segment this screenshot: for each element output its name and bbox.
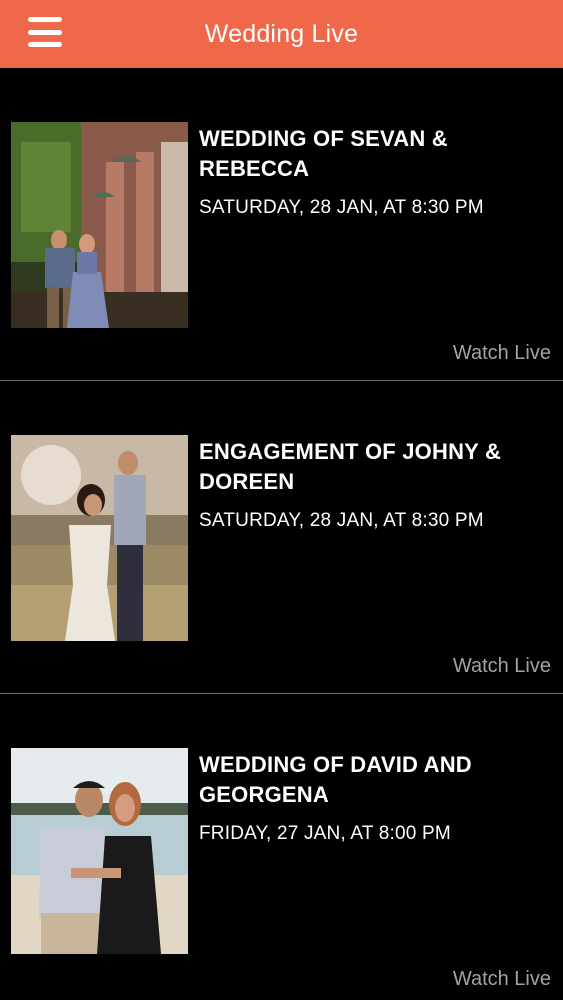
watch-live-link[interactable]: Watch Live — [453, 968, 551, 991]
event-title: WEDDING OF SEVAN & REBECCA — [199, 126, 448, 181]
event-date: FRIDAY, 27 JAN, AT 8:00 PM — [199, 823, 451, 844]
event-info: WEDDING OF SEVAN & REBECCA SATURDAY, 28 … — [199, 124, 549, 220]
watch-live-link[interactable]: Watch Live — [453, 655, 551, 678]
event-photo[interactable] — [11, 748, 188, 954]
event-card[interactable]: WEDDING OF SEVAN & REBECCA SATURDAY, 28 … — [0, 68, 563, 381]
event-photo[interactable] — [11, 435, 188, 641]
event-photo[interactable] — [11, 122, 188, 328]
hamburger-menu-icon[interactable] — [28, 17, 62, 47]
event-card[interactable]: ENGAGEMENT OF JOHNY & DOREEN SATURDAY, 2… — [0, 381, 563, 694]
event-date: SATURDAY, 28 JAN, AT 8:30 PM — [199, 197, 484, 218]
event-card[interactable]: WEDDING OF DAVID AND GEORGENA FRIDAY, 27… — [0, 694, 563, 1000]
app-header: Wedding Live — [0, 0, 563, 68]
event-date: SATURDAY, 28 JAN, AT 8:30 PM — [199, 510, 484, 531]
page-title: Wedding Live — [204, 19, 359, 48]
event-info: WEDDING OF DAVID AND GEORGENA FRIDAY, 27… — [199, 750, 549, 846]
watch-live-link[interactable]: Watch Live — [453, 342, 551, 365]
event-info: ENGAGEMENT OF JOHNY & DOREEN SATURDAY, 2… — [199, 437, 549, 533]
event-list: WEDDING OF SEVAN & REBECCA SATURDAY, 28 … — [0, 68, 563, 1000]
event-title: ENGAGEMENT OF JOHNY & DOREEN — [199, 439, 502, 494]
event-title: WEDDING OF DAVID AND GEORGENA — [199, 752, 472, 807]
